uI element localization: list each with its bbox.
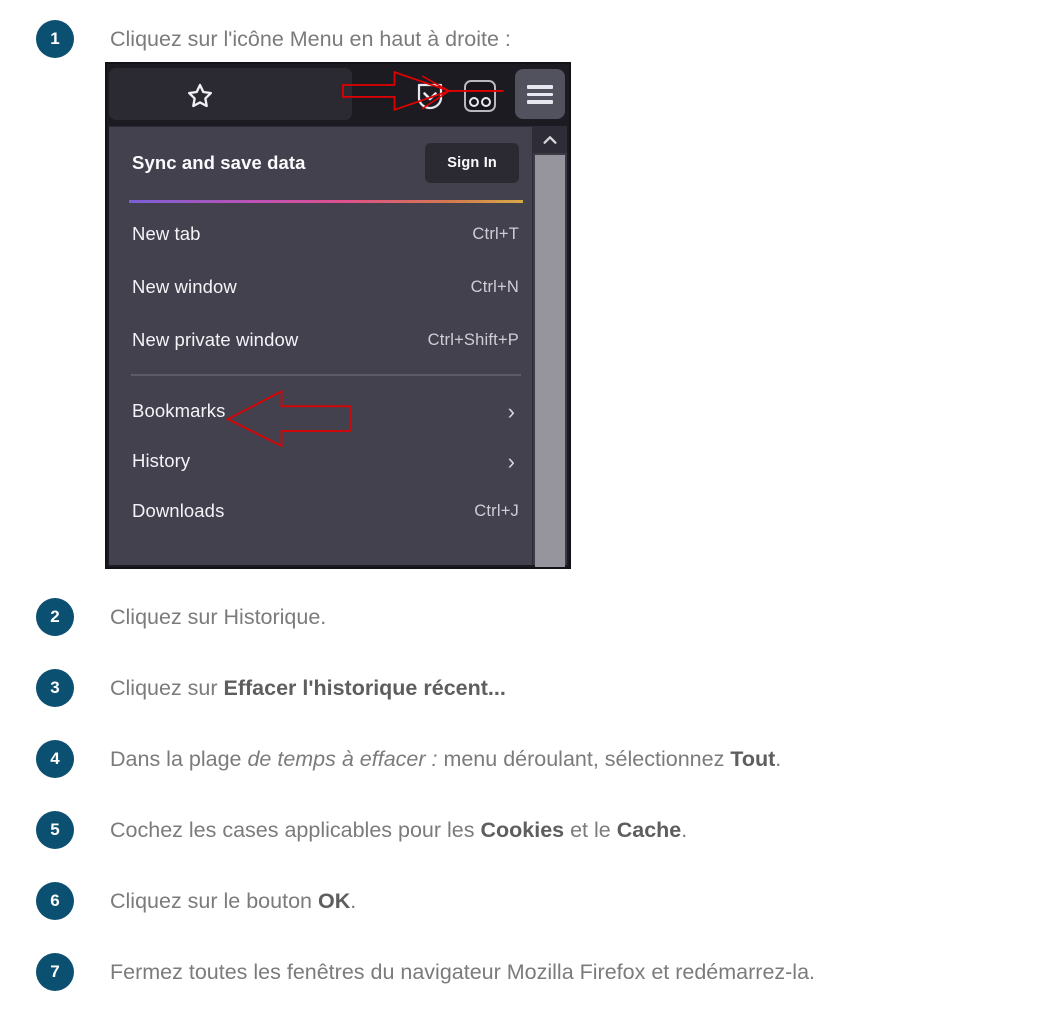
menu-item-shortcut: Ctrl+N <box>470 278 519 296</box>
firefox-menu-screenshot: Sync and save data Sign In New tab Ctrl+… <box>105 62 571 569</box>
step-row-2: 2 Cliquez sur Historique. <box>36 598 326 636</box>
hamburger-menu-icon[interactable] <box>515 69 565 119</box>
menu-item-shortcut: Ctrl+J <box>474 502 519 520</box>
step-text-2: Cliquez sur Historique. <box>110 605 327 629</box>
menu-item-label: New window <box>132 276 237 297</box>
star-icon[interactable] <box>185 81 215 111</box>
step-number-badge-5: 5 <box>36 811 74 849</box>
step-number-badge-7: 7 <box>36 953 74 991</box>
menu-item-label: Bookmarks <box>132 400 226 421</box>
menu-item-history[interactable]: History › <box>109 449 533 484</box>
step-text-5: Cochez les cases applicables pour les Co… <box>110 818 688 842</box>
sign-in-button[interactable]: Sign In <box>425 143 519 183</box>
sync-label: Sync and save data <box>132 152 306 173</box>
sync-and-save-row: Sync and save data Sign In <box>109 127 533 199</box>
step-text-4: Dans la plage de temps à effacer : menu … <box>110 747 782 771</box>
firefox-app-menu-panel: Sync and save data Sign In New tab Ctrl+… <box>109 126 567 567</box>
menu-item-bookmarks[interactable]: Bookmarks › <box>109 399 533 434</box>
step-number-badge-4: 4 <box>36 740 74 778</box>
menu-item-label: Downloads <box>132 500 225 521</box>
gradient-divider <box>129 200 523 203</box>
menu-item-downloads[interactable]: Downloads Ctrl+J <box>109 500 533 534</box>
menu-items-container: Sync and save data Sign In New tab Ctrl+… <box>109 127 533 565</box>
menu-item-new-private-window[interactable]: New private window Ctrl+Shift+P <box>109 329 533 363</box>
step-row-6: 6 Cliquez sur le bouton OK. <box>36 882 356 920</box>
account-eye-right <box>481 97 491 107</box>
step-row-5: 5 Cochez les cases applicables pour les … <box>36 811 687 849</box>
menu-item-label: History <box>132 450 191 471</box>
account-eye-left <box>469 97 479 107</box>
scrollbar-thumb[interactable] <box>535 155 565 567</box>
hamburger-line-2 <box>527 92 553 96</box>
instruction-page: 1 Cliquez sur l'icône Menu en haut à dro… <box>0 0 1052 1036</box>
download-arrow-icon[interactable] <box>416 82 444 110</box>
menu-item-label: New private window <box>132 329 299 350</box>
chevron-up-icon[interactable] <box>533 127 567 153</box>
browser-toolbar <box>107 64 569 126</box>
menu-item-shortcut: Ctrl+Shift+P <box>427 331 519 349</box>
step-number-badge-1: 1 <box>36 20 74 58</box>
address-bar[interactable] <box>109 68 352 120</box>
step-number-badge-6: 6 <box>36 882 74 920</box>
menu-divider <box>131 374 521 376</box>
step-row-3: 3 Cliquez sur Effacer l'historique récen… <box>36 669 506 707</box>
chevron-right-icon: › <box>507 399 515 424</box>
menu-item-shortcut: Ctrl+T <box>472 225 519 243</box>
step-number-badge-2: 2 <box>36 598 74 636</box>
step-number-badge-3: 3 <box>36 669 74 707</box>
step-row-1: 1 Cliquez sur l'icône Menu en haut à dro… <box>36 20 511 58</box>
menu-item-new-tab[interactable]: New tab Ctrl+T <box>109 223 533 257</box>
chevron-right-icon: › <box>507 449 515 474</box>
panel-scrollbar[interactable] <box>532 127 567 567</box>
step-row-4: 4 Dans la plage de temps à effacer : men… <box>36 740 781 778</box>
menu-item-new-window[interactable]: New window Ctrl+N <box>109 276 533 310</box>
hamburger-line-1 <box>527 85 553 89</box>
account-mask-icon[interactable] <box>464 80 496 112</box>
step-text-3: Cliquez sur Effacer l'historique récent.… <box>110 676 506 700</box>
step-text-1: Cliquez sur l'icône Menu en haut à droit… <box>110 27 511 51</box>
step-row-7: 7 Fermez toutes les fenêtres du navigate… <box>36 953 815 991</box>
hamburger-line-3 <box>527 100 553 104</box>
step-text-7: Fermez toutes les fenêtres du navigateur… <box>110 960 816 984</box>
menu-item-label: New tab <box>132 223 201 244</box>
step-text-6: Cliquez sur le bouton OK. <box>110 889 357 913</box>
